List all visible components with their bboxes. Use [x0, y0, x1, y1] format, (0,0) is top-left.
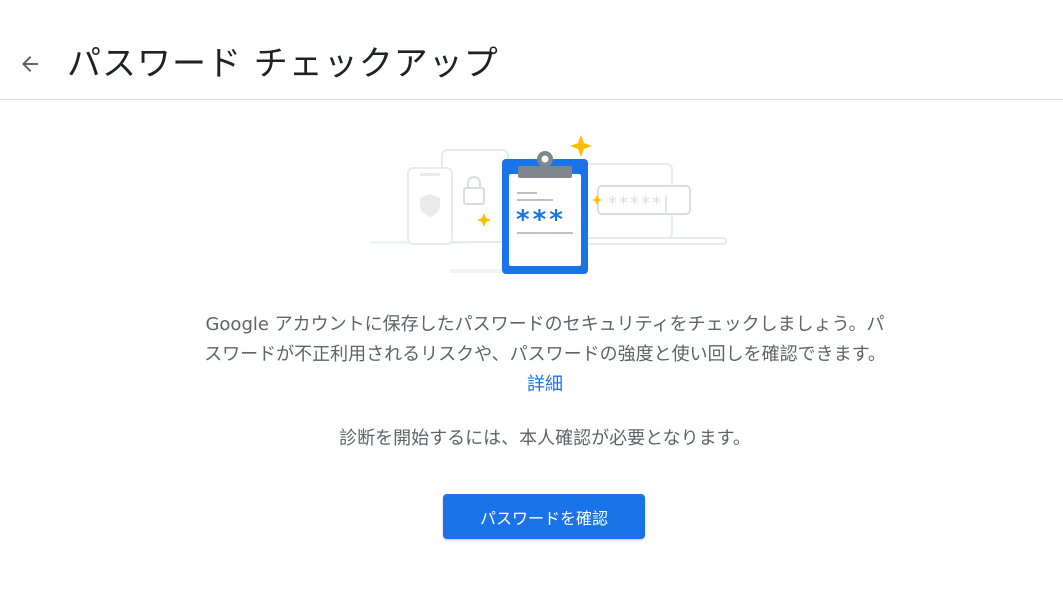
password-checkup-illustration: *****| ***: [360, 128, 740, 278]
check-passwords-button[interactable]: パスワードを確認: [443, 494, 645, 539]
clipboard-stars-text: ***: [516, 205, 566, 235]
arrow-back-icon: [18, 52, 42, 80]
learn-more-link[interactable]: 詳細: [527, 374, 563, 395]
page-title: パスワード チェックアップ: [67, 44, 499, 84]
masked-password-text: *****|: [608, 193, 671, 214]
page-header: パスワード チェックアップ: [0, 0, 1063, 100]
description-text: Google アカウントに保存したパスワードのセキュリティをチェックしましょう。…: [200, 310, 890, 400]
back-button[interactable]: [10, 46, 50, 86]
description-body: Google アカウントに保存したパスワードのセキュリティをチェックしましょう。…: [204, 314, 886, 365]
verification-note: 診断を開始するには、本人確認が必要となります。: [339, 428, 751, 449]
